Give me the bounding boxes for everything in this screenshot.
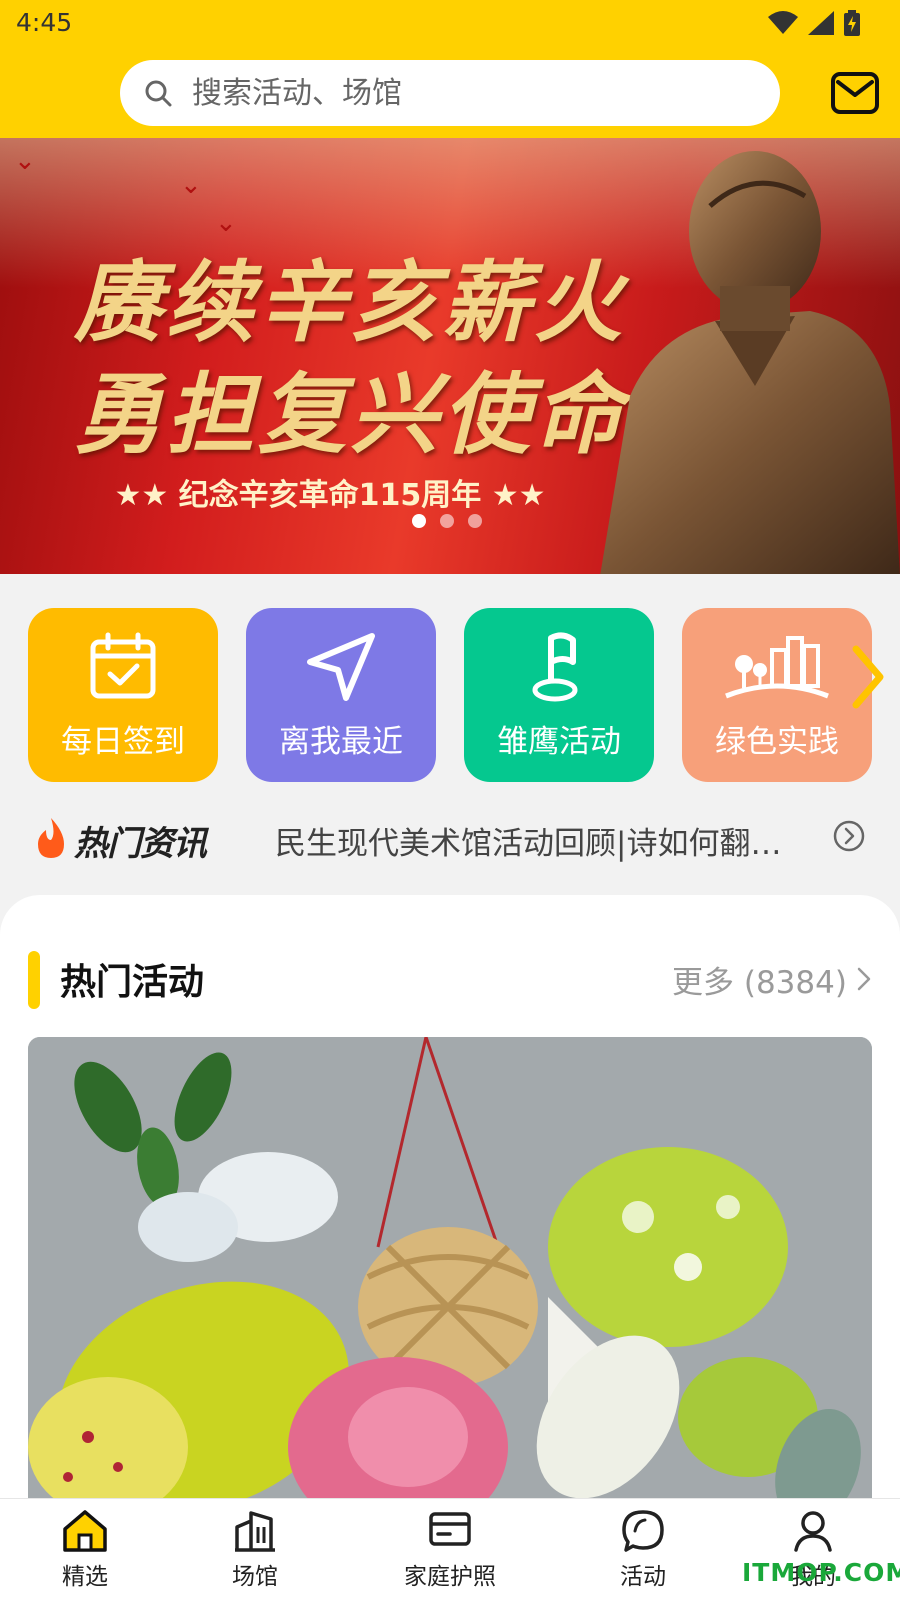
tab-family-passport[interactable]: 家庭护照: [390, 1499, 510, 1600]
tile-label: 绿色实践: [715, 724, 839, 760]
mail-icon[interactable]: [830, 68, 880, 118]
signal-icon: [808, 11, 834, 35]
tile-label: 离我最近: [279, 724, 403, 760]
watermark: ITMOP.COM: [742, 1558, 900, 1587]
chevron-right-icon[interactable]: [852, 645, 886, 709]
flame-icon: [38, 818, 64, 858]
tab-label: 家庭护照: [404, 1564, 496, 1590]
banner-title: 赓续辛亥薪火 勇担复兴使命: [30, 246, 670, 470]
banner-subtitle: ★★ 纪念辛亥革命115周年 ★★: [114, 478, 546, 513]
tile-label: 雏鹰活动: [497, 724, 621, 760]
tab-label: 场馆: [232, 1564, 278, 1590]
hot-news-ticker[interactable]: 热门资讯 民生现代美术馆活动回顾|诗如何翻…: [0, 806, 900, 870]
banner-title-line1: 赓续辛亥薪火: [73, 250, 626, 354]
home-icon: [63, 1510, 107, 1552]
tile-green-practice[interactable]: 绿色实践: [682, 608, 872, 782]
bird-decoration: ⌄: [215, 208, 237, 238]
person-icon: [794, 1511, 832, 1552]
tile-label: 每日签到: [61, 724, 185, 760]
tab-label: 活动: [620, 1564, 666, 1590]
search-input[interactable]: [192, 75, 712, 111]
tab-activities[interactable]: 活动: [598, 1499, 688, 1600]
bird-decoration: ⌄: [180, 170, 202, 200]
section-title: 热门活动: [60, 962, 205, 1003]
flag-pin-icon: [532, 632, 578, 702]
promo-banner[interactable]: ⌄ ⌄ ⌄ 赓续辛亥薪火 勇担复兴使命 ★★ 纪念辛亥革命115周年 ★★: [0, 138, 900, 574]
city-tree-icon: [725, 636, 829, 699]
tab-featured[interactable]: 精选: [40, 1499, 130, 1600]
pagination-dot[interactable]: [412, 514, 426, 528]
news-headline[interactable]: 民生现代美术馆活动回顾|诗如何翻…: [275, 818, 810, 863]
banner-title-line2: 勇担复兴使命: [73, 362, 626, 466]
building-icon: [235, 1511, 275, 1552]
tab-label: 精选: [62, 1564, 108, 1590]
tile-daily-checkin[interactable]: 每日签到: [28, 608, 218, 782]
search-icon: [145, 80, 172, 107]
section-accent-bar: [28, 951, 40, 1009]
activity-cover-image[interactable]: [28, 1037, 872, 1515]
tab-venues[interactable]: 场馆: [210, 1499, 300, 1600]
status-icons: [768, 10, 860, 36]
statue-illustration: [600, 151, 900, 574]
more-link[interactable]: 更多 (8384): [672, 957, 847, 1002]
quick-entry-row: 每日签到 离我最近 雏鹰活动 绿色实践: [28, 608, 900, 782]
tile-eaglet-activities[interactable]: 雏鹰活动: [464, 608, 654, 782]
top-header: 4:45: [0, 0, 900, 138]
passport-card-icon: [429, 1512, 471, 1546]
wifi-icon: [768, 11, 798, 34]
chat-bubble-icon: [622, 1510, 664, 1552]
calendar-check-icon: [90, 632, 156, 699]
news-brand-label: 热门资讯: [74, 824, 207, 864]
tile-nearby[interactable]: 离我最近: [246, 608, 436, 782]
flower-basket-illustration: [28, 1037, 872, 1515]
banner-pagination: [412, 514, 482, 528]
search-bar[interactable]: [120, 60, 780, 126]
pagination-dot[interactable]: [440, 514, 454, 528]
chevron-right-icon[interactable]: [857, 967, 871, 991]
pagination-dot[interactable]: [468, 514, 482, 528]
status-time: 4:45: [16, 8, 73, 37]
battery-icon: [844, 10, 860, 36]
chevron-circle-icon[interactable]: [833, 820, 865, 852]
navigation-arrow-icon: [307, 633, 375, 701]
hot-activities-section: 热门活动 更多 (8384): [0, 895, 900, 1515]
bird-decoration: ⌄: [14, 146, 36, 176]
